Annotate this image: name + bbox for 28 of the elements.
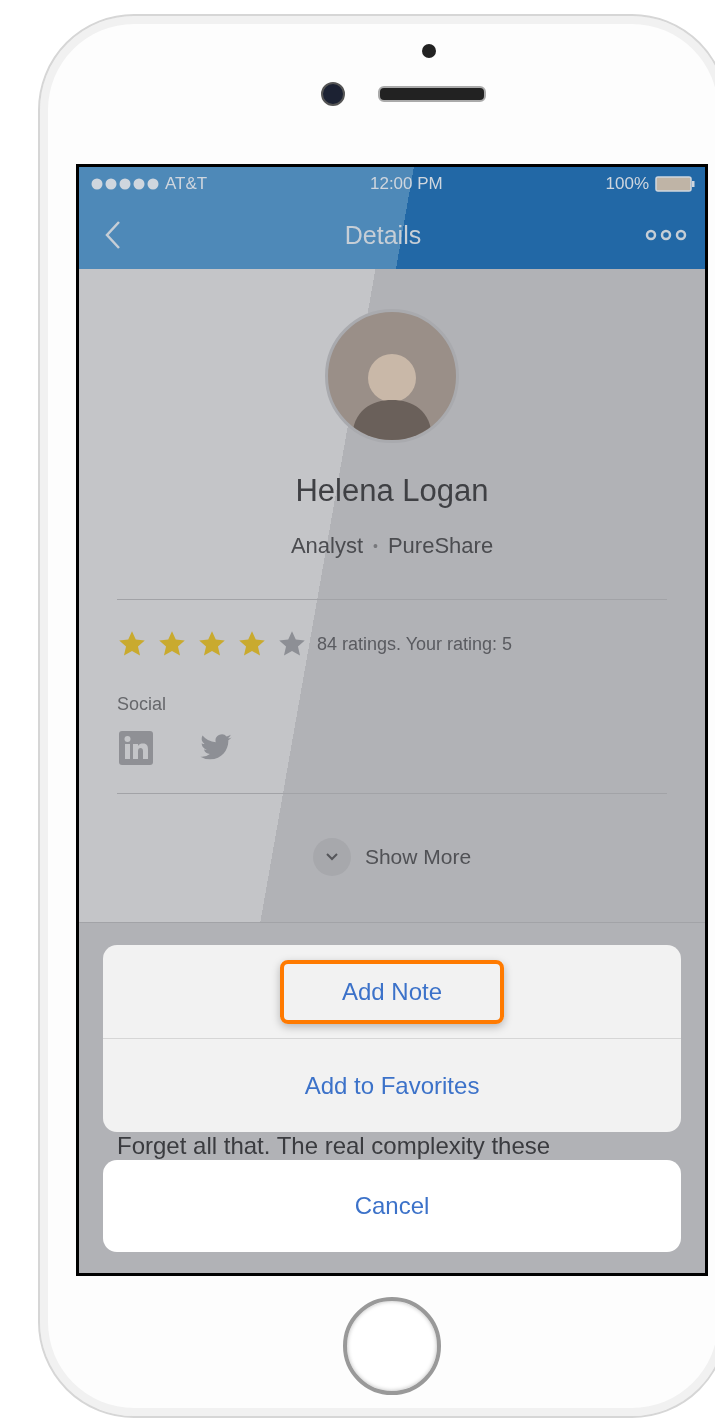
action-button[interactable]: Add Note [279, 959, 505, 1024]
battery-percent: 100% [605, 174, 649, 194]
carrier-name: AT&T [165, 174, 208, 194]
star-icon [197, 630, 227, 658]
star-icon [277, 630, 307, 658]
camera-lens [321, 82, 345, 106]
body-text: Forget all that. The real complexity these [117, 1132, 552, 1160]
chevron-down-icon [325, 853, 338, 861]
status-time: 12:00 PM [369, 174, 443, 194]
action-button[interactable]: Add to Favorites [242, 1053, 542, 1118]
section-label: Social [117, 694, 167, 715]
star-icon [117, 630, 147, 658]
company-name: PureShare [387, 533, 494, 559]
linkedin-icon[interactable] [119, 731, 153, 765]
cancel-button[interactable]: Cancel [103, 1160, 681, 1252]
signal-icon [91, 178, 159, 190]
separator-dot: • [373, 538, 378, 554]
star-icon [157, 630, 187, 658]
more-icon[interactable] [645, 229, 687, 241]
back-icon[interactable] [105, 220, 121, 250]
screen-title: Details [344, 220, 422, 250]
ratings-summary: 84 ratings. Your rating: 5 [317, 633, 513, 655]
star-icon [237, 630, 267, 658]
profile-name: Helena Logan [295, 473, 489, 509]
sensor-dot [422, 44, 436, 58]
job-title: Analyst [290, 533, 364, 559]
show-more-button[interactable]: Show More [312, 838, 472, 876]
battery-icon [655, 176, 695, 192]
